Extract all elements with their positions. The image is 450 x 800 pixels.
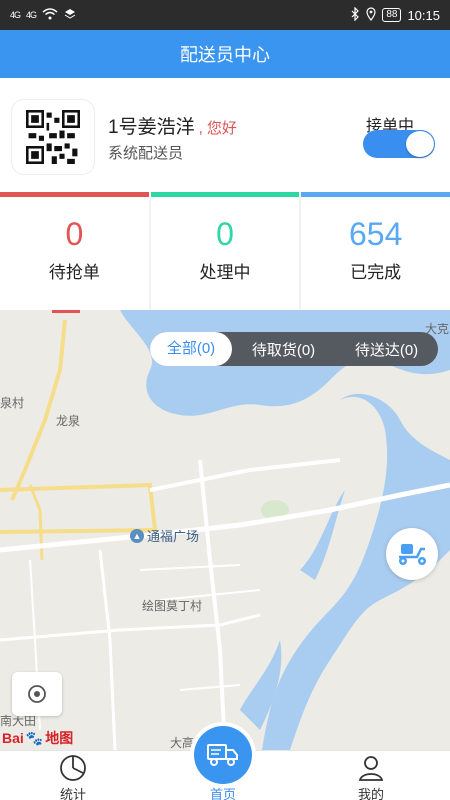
bluetooth-icon xyxy=(350,6,360,24)
filter-all[interactable]: 全部(0) xyxy=(150,332,232,366)
active-stat-indicator xyxy=(52,310,80,313)
toggle-knob xyxy=(406,131,434,157)
stat-value: 654 xyxy=(348,216,403,252)
stat-processing[interactable]: 0 处理中 xyxy=(150,192,300,310)
order-filter: 全部(0) 待取货(0) 待送达(0) xyxy=(150,332,438,366)
delivery-map[interactable]: 泉村 龙泉 ▲ 通福广场 绘图莫丁村 南大田 大克 大高 xyxy=(0,310,450,750)
poi-label: 通福广场 xyxy=(147,529,200,544)
baidu-map-logo: Bai 🐾 地图 xyxy=(2,728,73,748)
logo-text: Bai xyxy=(2,730,24,746)
tab-profile[interactable]: 我的 xyxy=(326,751,416,800)
profile-card: 1号姜浩洋, 您好 系统配送员 接单中 xyxy=(0,78,450,192)
stat-pending[interactable]: 0 待抢单 xyxy=(0,192,149,310)
map-label: 泉村 xyxy=(0,396,25,410)
layers-icon xyxy=(64,8,76,23)
order-stats: 0 待抢单 0 处理中 654 已完成 xyxy=(0,192,450,310)
map-label: 龙泉 xyxy=(56,414,81,428)
greeting: , 您好 xyxy=(198,120,237,137)
stat-label: 已完成 xyxy=(350,263,402,282)
filter-to-pickup[interactable]: 待取货(0) xyxy=(232,339,335,360)
stat-label: 待抢单 xyxy=(48,263,100,282)
user-icon xyxy=(358,756,384,781)
location-icon xyxy=(366,6,376,24)
map-label: 大高 xyxy=(170,736,195,750)
stat-value: 0 xyxy=(65,216,84,252)
delivery-truck-icon xyxy=(207,744,238,766)
signal-icon: 4G xyxy=(26,10,37,20)
stat-color-bar xyxy=(301,192,450,197)
stat-label: 处理中 xyxy=(199,263,251,282)
stat-color-bar xyxy=(150,192,300,197)
map-poi[interactable]: ▲ 通福广场 xyxy=(130,526,199,545)
tab-stats[interactable]: 统计 xyxy=(28,751,118,800)
map-canvas xyxy=(0,310,450,750)
courier-name-line: 1号姜浩洋, 您好 xyxy=(108,112,237,139)
qr-code-icon xyxy=(26,110,80,164)
page-title: 配送员中心 xyxy=(0,30,450,78)
poi-pin-icon: ▲ xyxy=(130,528,144,543)
accepting-orders-toggle[interactable] xyxy=(363,130,435,158)
home-center-button[interactable] xyxy=(194,726,252,784)
tab-label: 我的 xyxy=(357,787,384,800)
wifi-icon xyxy=(42,7,58,23)
battery-icon: 88 xyxy=(382,8,402,22)
stat-color-bar xyxy=(0,192,149,197)
clock: 10:15 xyxy=(407,7,440,23)
courier-name: 1号姜浩洋 xyxy=(108,117,195,138)
map-label: 绘图莫丁村 xyxy=(142,599,203,613)
tab-label: 首页 xyxy=(209,787,236,800)
chart-pie-icon xyxy=(60,755,86,781)
qr-code-button[interactable] xyxy=(12,100,94,174)
status-bar: 4G 4G 88 10:15 xyxy=(0,0,450,30)
logo-text: 地图 xyxy=(45,730,74,746)
paw-icon: 🐾 xyxy=(25,729,44,746)
scooter-location-button[interactable] xyxy=(386,528,438,580)
tab-label: 统计 xyxy=(59,787,86,800)
locate-me-button[interactable] xyxy=(12,672,62,716)
scooter-icon xyxy=(399,544,426,565)
locate-icon xyxy=(28,685,46,703)
stat-value: 0 xyxy=(216,216,234,252)
stat-completed[interactable]: 654 已完成 xyxy=(301,192,450,310)
signal-icon: 4G xyxy=(10,10,21,20)
courier-role: 系统配送员 xyxy=(108,145,184,162)
filter-to-deliver[interactable]: 待送达(0) xyxy=(335,339,438,360)
